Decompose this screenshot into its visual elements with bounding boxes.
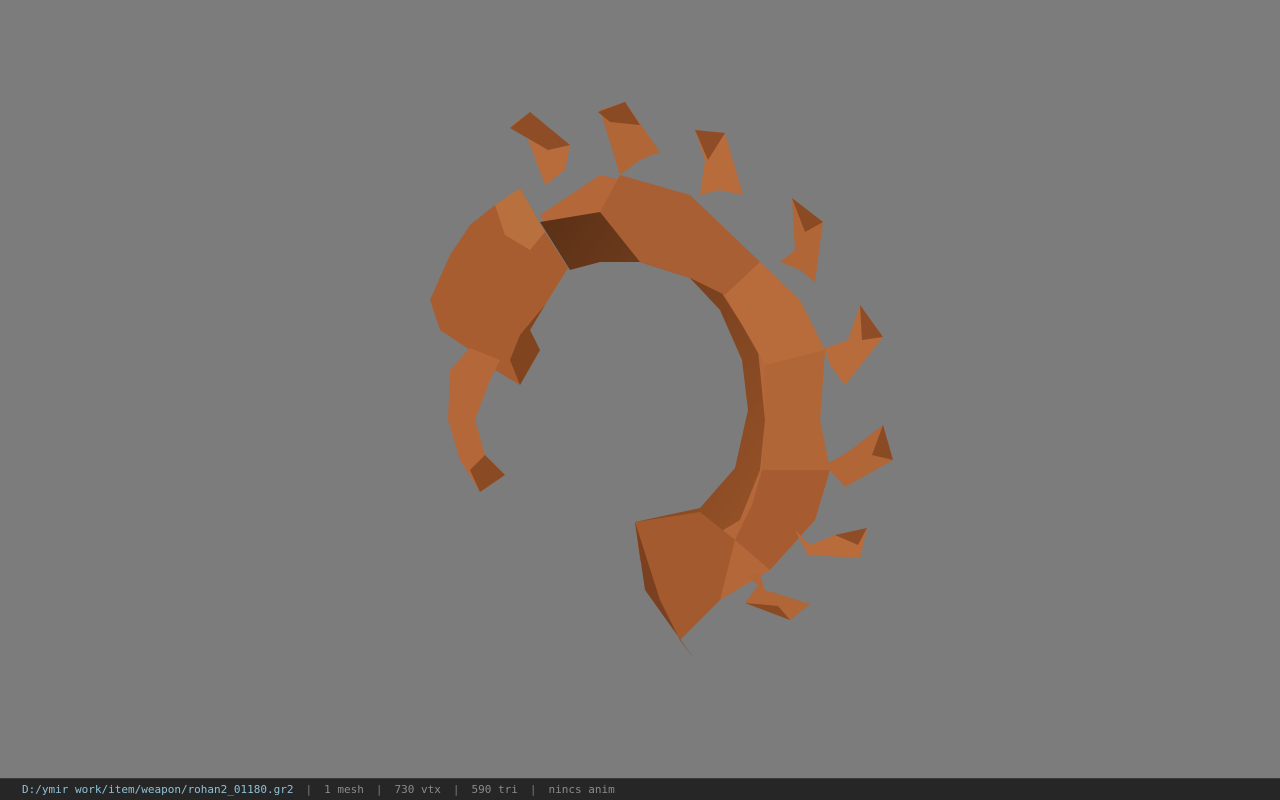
model-render[interactable]: [0, 0, 1280, 778]
3d-viewport[interactable]: [0, 0, 1280, 778]
anim-status: nincs anim: [548, 783, 615, 796]
triangle-count: 590 tri: [471, 783, 518, 796]
status-bar: D:/ymir work/item/weapon/rohan2_01180.gr…: [0, 778, 1280, 800]
separator: |: [452, 783, 460, 796]
separator: |: [375, 783, 383, 796]
mesh-count: 1 mesh: [324, 783, 364, 796]
separator: |: [305, 783, 313, 796]
file-path: D:/ymir work/item/weapon/rohan2_01180.gr…: [22, 783, 294, 796]
crescent-weapon-mesh-icon: [430, 102, 893, 660]
separator: |: [529, 783, 537, 796]
vertex-count: 730 vtx: [394, 783, 441, 796]
